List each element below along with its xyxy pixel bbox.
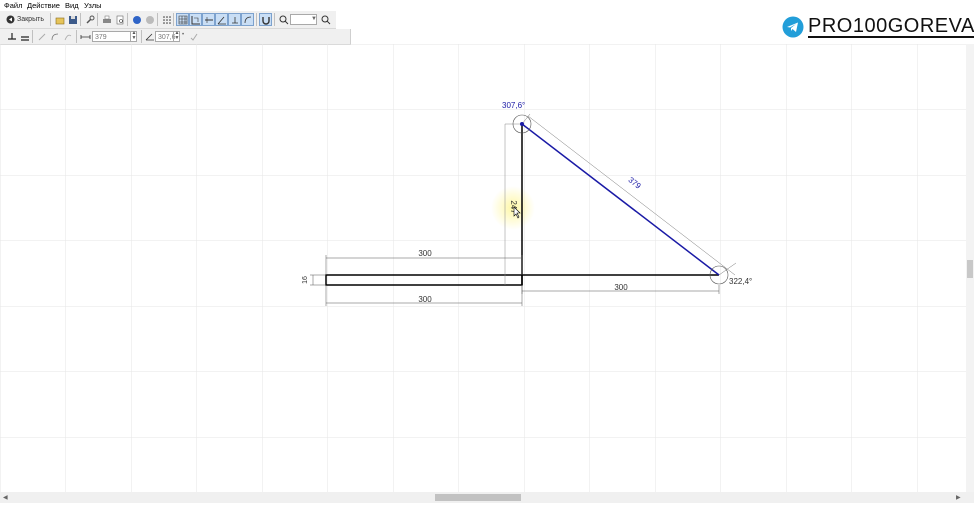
snap-angle-button[interactable] [215, 13, 228, 26]
scroll-left-icon[interactable]: ◀ [3, 494, 8, 501]
pencil-icon [38, 33, 45, 40]
toolbar-separator [127, 13, 128, 26]
zoom-in-icon [321, 15, 330, 24]
curve-icon [64, 34, 71, 40]
magnet-icon [261, 16, 270, 25]
brand-logo: PRO100GOREVA [782, 14, 974, 40]
logo-text: PRO100GOREVA [808, 15, 974, 38]
open-button[interactable] [53, 13, 66, 26]
toolbar-separator [97, 13, 98, 26]
main-toolbar: Закрыть ▼ [0, 11, 336, 29]
arc-icon [244, 16, 251, 23]
close-button-label: Закрыть [17, 16, 44, 23]
grid-icon [178, 15, 187, 24]
vertical-scrollbar[interactable] [966, 44, 974, 492]
scroll-right-icon[interactable]: ▶ [956, 494, 961, 501]
length-icon [80, 34, 91, 39]
edit-line-button[interactable] [35, 30, 48, 43]
print-button[interactable] [100, 13, 113, 26]
toolbar-separator [32, 30, 33, 43]
drawing-svg: 300 300 300 16 247 379 307,6° 322,4° [0, 44, 966, 492]
angle-measure-icon [145, 33, 154, 40]
apply-icon [190, 33, 197, 41]
angle-right-label: 322,4° [729, 277, 752, 286]
toolbar-separator [256, 13, 257, 26]
toolbar-separator [173, 13, 174, 26]
vertical-scroll-thumb[interactable] [967, 260, 973, 278]
globe-icon [132, 15, 141, 24]
chevron-down-icon: ▼ [311, 16, 317, 22]
globe-button[interactable] [130, 13, 143, 26]
node-point-top[interactable] [520, 122, 524, 126]
grid-button[interactable] [176, 13, 189, 26]
snap-perpendicular-button[interactable] [228, 13, 241, 26]
printer-icon [102, 15, 111, 23]
circle-gray-icon [145, 15, 154, 24]
folder-open-icon [55, 17, 64, 24]
telegram-icon [782, 16, 804, 38]
toolbar-separator [76, 30, 77, 43]
length-spinner[interactable]: ▲ ▼ [130, 31, 137, 42]
save-icon [68, 15, 77, 24]
length-label-icon-wrap [79, 30, 92, 43]
drawing-canvas[interactable]: 300 300 300 16 247 379 307,6° 322,4° [0, 44, 966, 492]
zoom-in-button[interactable] [319, 13, 332, 26]
arc-edit-icon [51, 33, 58, 40]
edit-arc-button[interactable] [48, 30, 61, 43]
grid-background [0, 44, 966, 492]
toolbar-separator [274, 13, 275, 26]
dim-thickness-label: 16 [302, 276, 309, 284]
minus-line-icon [20, 35, 29, 41]
wrench-icon [85, 15, 94, 24]
disabled-button[interactable] [143, 13, 156, 26]
plus-line-icon [7, 32, 16, 40]
menu-view[interactable]: Вид [65, 1, 79, 10]
apply-button[interactable] [187, 30, 200, 43]
edit-curve-button[interactable] [61, 30, 74, 43]
remove-segment-button[interactable] [18, 30, 31, 43]
snap-arc-button[interactable] [241, 13, 254, 26]
add-segment-button[interactable] [5, 30, 18, 43]
angle-icon [217, 16, 226, 24]
zoom-out-icon [279, 15, 288, 24]
dots-grid-icon [162, 15, 171, 24]
horizontal-scrollbar[interactable]: ◀ ▶ [0, 492, 974, 503]
menu-bar: Файл Действие Вид Узлы [0, 0, 974, 11]
settings-button[interactable] [83, 13, 96, 26]
snap-grid-icon [191, 15, 200, 24]
save-button[interactable] [66, 13, 79, 26]
menu-file[interactable]: Файл [4, 1, 22, 10]
zoom-out-button[interactable] [277, 13, 290, 26]
dim-top-label: 300 [418, 249, 432, 258]
magnet-button[interactable] [259, 13, 272, 26]
edit-toolbar: 379 ▲ ▼ 307,6 ▲ ▼ • [0, 29, 351, 45]
toolbar-separator [157, 13, 158, 26]
toolbar-separator [141, 30, 142, 43]
snap-line-button[interactable] [202, 13, 215, 26]
menu-nodes[interactable]: Узлы [84, 1, 101, 10]
menu-action[interactable]: Действие [27, 1, 60, 10]
angle-spinner[interactable]: ▲ ▼ [173, 31, 180, 42]
snap-points-button[interactable] [160, 13, 173, 26]
close-icon [6, 15, 15, 24]
toolbar-separator [80, 13, 81, 26]
print-preview-icon [116, 15, 123, 24]
dim-right-label: 300 [614, 283, 628, 292]
toolbar-separator [50, 13, 51, 26]
angle-top-label: 307,6° [502, 101, 525, 110]
snap-grid-button[interactable] [189, 13, 202, 26]
preview-button[interactable] [113, 13, 126, 26]
dim-bottom-label: 300 [418, 295, 432, 304]
snap-line-icon [204, 16, 213, 23]
degree-marker: • [182, 32, 185, 38]
horizontal-scroll-thumb[interactable] [435, 494, 521, 501]
perpendicular-icon [231, 16, 238, 23]
close-button[interactable]: Закрыть [3, 13, 47, 26]
